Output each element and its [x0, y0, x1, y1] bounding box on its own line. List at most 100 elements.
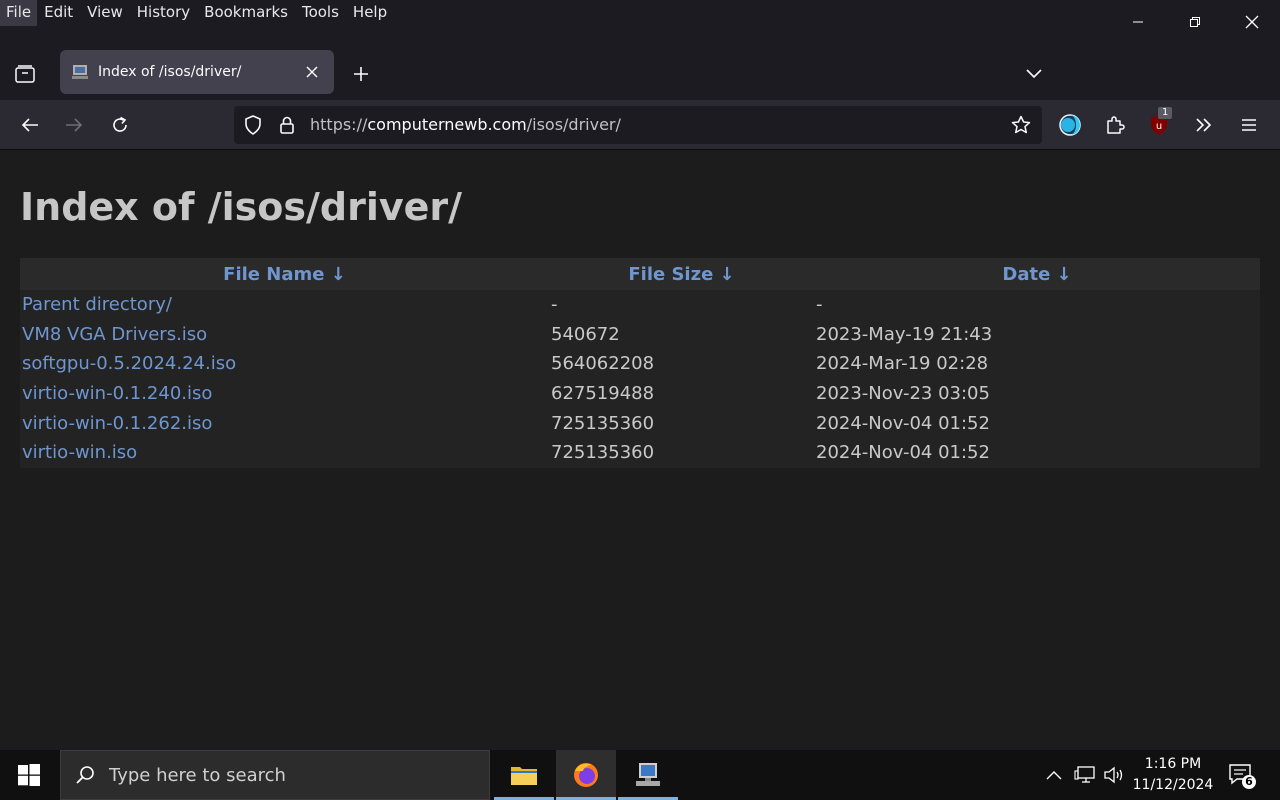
puzzle-icon [1107, 116, 1125, 134]
clock-time: 1:16 PM [1144, 756, 1202, 772]
star-icon [1011, 115, 1031, 134]
column-header-file-size[interactable]: File Size ↓ [549, 258, 814, 290]
computer-monitor-icon [636, 763, 660, 786]
file-link[interactable]: virtio-win-0.1.240.iso [20, 379, 549, 409]
show-hidden-icons-button[interactable] [1042, 763, 1066, 787]
tab-close-button[interactable] [300, 60, 324, 84]
close-icon [1245, 15, 1258, 29]
file-list-table: File Name ↓ File Size ↓ Date ↓ Parent di… [20, 258, 1260, 468]
forward-button[interactable] [56, 107, 92, 143]
file-date: - [816, 294, 823, 316]
remote-desktop-taskbar-button[interactable] [618, 750, 678, 800]
tab-active[interactable]: Index of /isos/driver/ [60, 50, 334, 94]
new-tab-button[interactable] [344, 58, 378, 90]
file-date: 2023-Nov-23 03:05 [816, 383, 990, 405]
page-content: Index of /isos/driver/ File Name ↓ File … [0, 151, 1280, 749]
table-row: softgpu-0.5.2024.24.iso 564062208 2024-M… [20, 349, 1260, 379]
menu-edit[interactable]: Edit [37, 0, 80, 26]
clock-date: 11/12/2024 [1132, 777, 1214, 793]
reload-button[interactable] [102, 107, 138, 143]
extension-dark-reader-button[interactable] [1052, 107, 1088, 143]
svg-text:u: u [1156, 121, 1162, 132]
half-moon-extension-icon [1059, 114, 1081, 136]
close-icon [306, 66, 318, 78]
table-row: VM8 VGA Drivers.iso 540672 2023-May-19 2… [20, 320, 1260, 350]
file-size: 540672 [551, 323, 620, 345]
url-path: /isos/driver/ [526, 115, 621, 134]
arrow-right-icon [66, 118, 83, 132]
lock-icon[interactable] [276, 114, 298, 136]
page-title: Index of /isos/driver/ [20, 185, 463, 229]
tab-favicon-icon [70, 62, 90, 82]
speaker-icon [1104, 766, 1123, 784]
bookmark-star-button[interactable] [1010, 114, 1032, 136]
table-row: virtio-win.iso 725135360 2024-Nov-04 01:… [20, 438, 1260, 468]
hamburger-menu-icon [1242, 119, 1256, 131]
file-size: 564062208 [551, 353, 655, 375]
more-tools-button[interactable] [1186, 107, 1222, 143]
minimize-button[interactable] [1109, 0, 1166, 44]
url-bar[interactable]: https://computernewb.com/isos/driver/ [234, 106, 1042, 144]
double-chevron-right-icon [1196, 118, 1212, 132]
back-button[interactable] [12, 107, 48, 143]
file-size: 627519488 [551, 383, 655, 405]
tracking-protection-icon[interactable] [242, 114, 264, 136]
table-row: virtio-win-0.1.262.iso 725135360 2024-No… [20, 408, 1260, 438]
file-link[interactable]: virtio-win.iso [20, 438, 549, 468]
url-text[interactable]: https://computernewb.com/isos/driver/ [310, 115, 621, 134]
file-size: - [551, 294, 558, 316]
file-date: 2024-Nov-04 01:52 [816, 412, 990, 434]
network-icon [1074, 766, 1095, 783]
navigation-toolbar: https://computernewb.com/isos/driver/ u … [0, 100, 1280, 150]
column-header-date[interactable]: Date ↓ [814, 258, 1260, 290]
table-row: virtio-win-0.1.240.iso 627519488 2023-No… [20, 379, 1260, 409]
arrow-left-icon [21, 118, 38, 132]
taskbar: Type here to search 1:16 PM 11/12/2024 6 [0, 750, 1280, 800]
volume-button[interactable] [1102, 763, 1126, 787]
app-menu-button[interactable] [1231, 107, 1267, 143]
file-size: 725135360 [551, 442, 655, 464]
windows-logo-icon [18, 764, 40, 786]
plus-icon [354, 67, 368, 81]
restore-button[interactable] [1166, 0, 1223, 44]
file-link[interactable]: VM8 VGA Drivers.iso [20, 320, 549, 350]
search-placeholder: Type here to search [109, 764, 286, 786]
start-button[interactable] [0, 750, 58, 800]
system-clock[interactable]: 1:16 PM 11/12/2024 [1128, 754, 1218, 796]
file-link[interactable]: Parent directory/ [20, 290, 549, 320]
firefox-taskbar-button[interactable] [556, 750, 616, 800]
menu-file[interactable]: File [0, 0, 38, 26]
restore-icon [1189, 17, 1200, 27]
taskbar-search-box[interactable]: Type here to search [60, 750, 490, 800]
extension-badge-count: 1 [1158, 107, 1173, 119]
table-row: Parent directory/ - - [20, 290, 1260, 320]
close-window-button[interactable] [1223, 0, 1280, 44]
action-center-button[interactable]: 6 [1228, 763, 1258, 789]
firefox-view-icon [15, 65, 35, 83]
menu-bookmarks[interactable]: Bookmarks [197, 0, 295, 26]
file-link[interactable]: softgpu-0.5.2024.24.iso [20, 349, 549, 379]
menu-help[interactable]: Help [346, 0, 394, 26]
menu-tools[interactable]: Tools [295, 0, 346, 26]
extensions-button[interactable] [1097, 107, 1133, 143]
firefox-view-button[interactable] [6, 58, 44, 90]
menu-history[interactable]: History [130, 0, 197, 26]
menu-bar: File Edit View History Bookmarks Tools H… [0, 0, 1280, 26]
file-date: 2024-Nov-04 01:52 [816, 442, 990, 464]
chevron-up-icon [1046, 771, 1062, 780]
reload-icon [113, 116, 127, 132]
file-link[interactable]: virtio-win-0.1.262.iso [20, 408, 549, 438]
menu-view[interactable]: View [80, 0, 130, 26]
url-host: computernewb.com [367, 115, 527, 134]
file-size: 725135360 [551, 412, 655, 434]
table-header-row: File Name ↓ File Size ↓ Date ↓ [20, 258, 1260, 290]
file-date: 2024-Mar-19 02:28 [816, 353, 989, 375]
list-all-tabs-button[interactable] [1016, 58, 1052, 90]
network-button[interactable] [1073, 763, 1097, 787]
file-date: 2023-May-19 21:43 [816, 323, 993, 345]
notification-count-badge: 6 [1242, 775, 1256, 789]
file-explorer-taskbar-button[interactable] [494, 750, 554, 800]
search-icon [61, 765, 109, 785]
column-header-file-name[interactable]: File Name ↓ [20, 258, 549, 290]
minimize-icon [1132, 21, 1143, 23]
